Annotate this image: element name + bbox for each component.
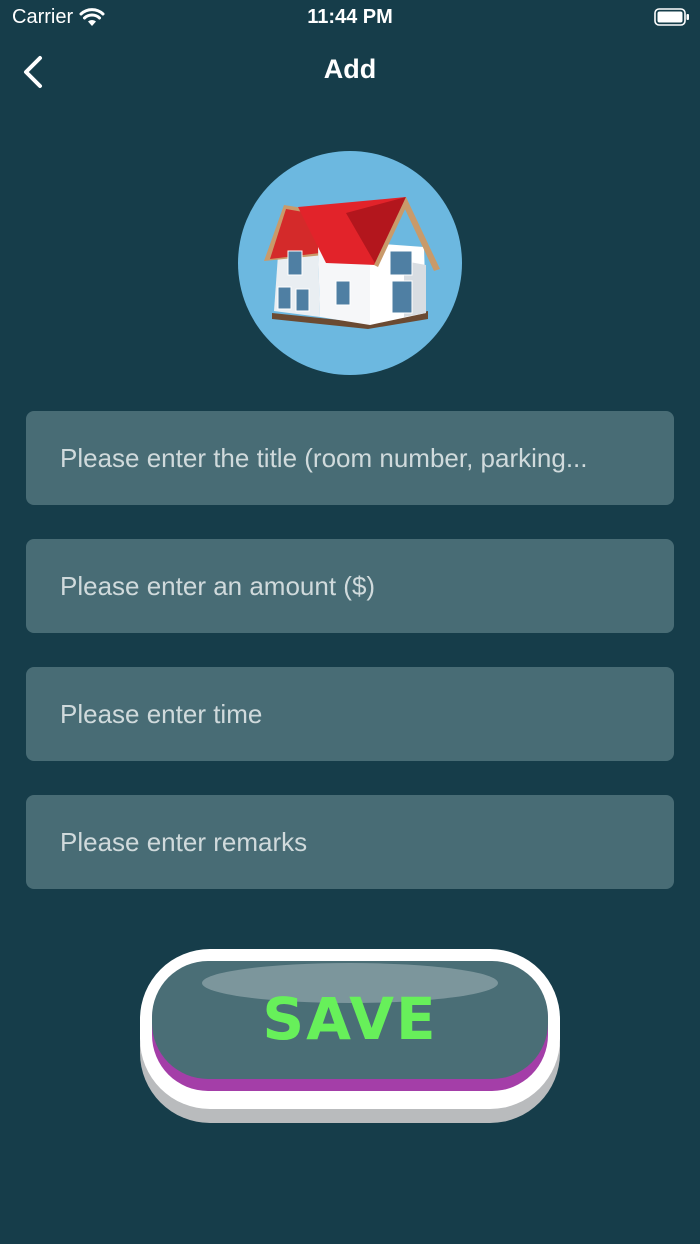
battery-icon (654, 8, 689, 26)
house-icon (264, 197, 440, 329)
house-avatar[interactable] (238, 151, 462, 375)
status-time: 11:44 PM (307, 6, 393, 28)
amount-field[interactable]: Please enter an amount ($) (26, 539, 674, 633)
nav-bar: Add (0, 36, 700, 106)
save-button[interactable]: SAVE (138, 949, 562, 1127)
remarks-field-placeholder: Please enter remarks (60, 826, 308, 857)
remarks-field[interactable]: Please enter remarks (26, 795, 674, 889)
save-button-label: SAVE (262, 985, 438, 1053)
title-field[interactable]: Please enter the title (room number, par… (26, 411, 674, 505)
amount-field-placeholder: Please enter an amount ($) (60, 570, 376, 601)
status-bar: Carrier 11:44 PM (0, 0, 700, 36)
title-field-placeholder: Please enter the title (room number, par… (60, 442, 588, 473)
time-field-placeholder: Please enter time (60, 698, 263, 729)
time-field[interactable]: Please enter time (26, 667, 674, 761)
page-title: Add (323, 54, 377, 84)
